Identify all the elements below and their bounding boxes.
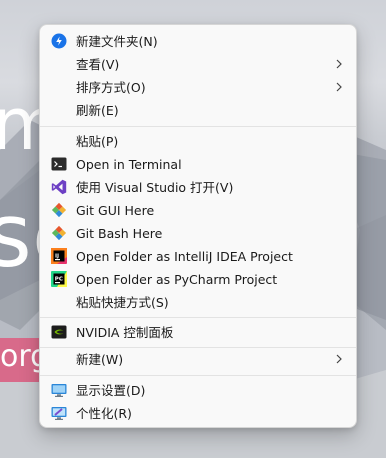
- menu-item-open-in-terminal[interactable]: Open in Terminal: [44, 153, 352, 176]
- intellij-idea-icon: IJ: [51, 248, 67, 264]
- menu-item-sort-by[interactable]: 排序方式(O): [44, 76, 352, 99]
- menu-item-label: 粘贴(P): [76, 134, 119, 149]
- chevron-right-icon: [334, 56, 344, 72]
- menu-item-label: Git Bash Here: [76, 226, 163, 241]
- menu-item-label: 刷新(E): [76, 103, 119, 118]
- menu-item-paste[interactable]: 粘贴(P): [44, 130, 352, 153]
- menu-item-nvidia-control-panel[interactable]: NVIDIA 控制面板: [44, 321, 352, 344]
- menu-item-label: Open Folder as IntelliJ IDEA Project: [76, 249, 293, 264]
- menu-item-label: Git GUI Here: [76, 203, 155, 218]
- svg-text:PC: PC: [55, 276, 63, 282]
- menu-item-open-with-visual-studio[interactable]: 使用 Visual Studio 打开(V): [44, 176, 352, 199]
- menu-item-personalize[interactable]: 个性化(R): [44, 402, 352, 425]
- menu-item-label: Open Folder as PyCharm Project: [76, 272, 278, 287]
- new-folder-icon: [51, 33, 67, 49]
- menu-item-display-settings[interactable]: 显示设置(D): [44, 379, 352, 402]
- menu-item-label: NVIDIA 控制面板: [76, 325, 174, 340]
- menu-item-label: 使用 Visual Studio 打开(V): [76, 180, 234, 195]
- personalize-icon: [51, 405, 67, 421]
- menu-separator: [40, 375, 356, 376]
- git-bash-icon: [51, 225, 67, 241]
- menu-separator: [40, 317, 356, 318]
- menu-separator: [40, 126, 356, 127]
- menu-item-git-gui-here[interactable]: Git GUI Here: [44, 199, 352, 222]
- menu-item-open-folder-intellij[interactable]: IJ Open Folder as IntelliJ IDEA Project: [44, 245, 352, 268]
- menu-item-label: 新建文件夹(N): [76, 34, 158, 49]
- menu-item-label: 新建(W): [76, 352, 124, 367]
- menu-item-label: Open in Terminal: [76, 157, 182, 172]
- menu-item-open-folder-pycharm[interactable]: PC Open Folder as PyCharm Project: [44, 268, 352, 291]
- display-settings-icon: [51, 382, 67, 398]
- menu-item-label: 显示设置(D): [76, 383, 146, 398]
- visual-studio-icon: [51, 179, 67, 195]
- svg-text:IJ: IJ: [55, 253, 59, 259]
- chevron-right-icon: [334, 351, 344, 367]
- menu-item-label: 查看(V): [76, 57, 120, 72]
- context-menu: 新建文件夹(N) 查看(V) 排序方式(O) 刷新(E) 粘贴(P) Open …: [39, 24, 357, 428]
- menu-item-new[interactable]: 新建(W): [44, 348, 352, 371]
- menu-item-view[interactable]: 查看(V): [44, 53, 352, 76]
- git-gui-icon: [51, 202, 67, 218]
- chevron-right-icon: [334, 79, 344, 95]
- menu-item-label: 排序方式(O): [76, 80, 146, 95]
- terminal-icon: [51, 156, 67, 172]
- menu-item-new-folder[interactable]: 新建文件夹(N): [44, 30, 352, 53]
- menu-item-label: 粘贴快捷方式(S): [76, 295, 169, 310]
- nvidia-icon: [51, 324, 67, 340]
- menu-item-paste-shortcut[interactable]: 粘贴快捷方式(S): [44, 291, 352, 314]
- menu-item-label: 个性化(R): [76, 406, 132, 421]
- pycharm-icon: PC: [51, 271, 67, 287]
- menu-item-refresh[interactable]: 刷新(E): [44, 99, 352, 122]
- menu-item-git-bash-here[interactable]: Git Bash Here: [44, 222, 352, 245]
